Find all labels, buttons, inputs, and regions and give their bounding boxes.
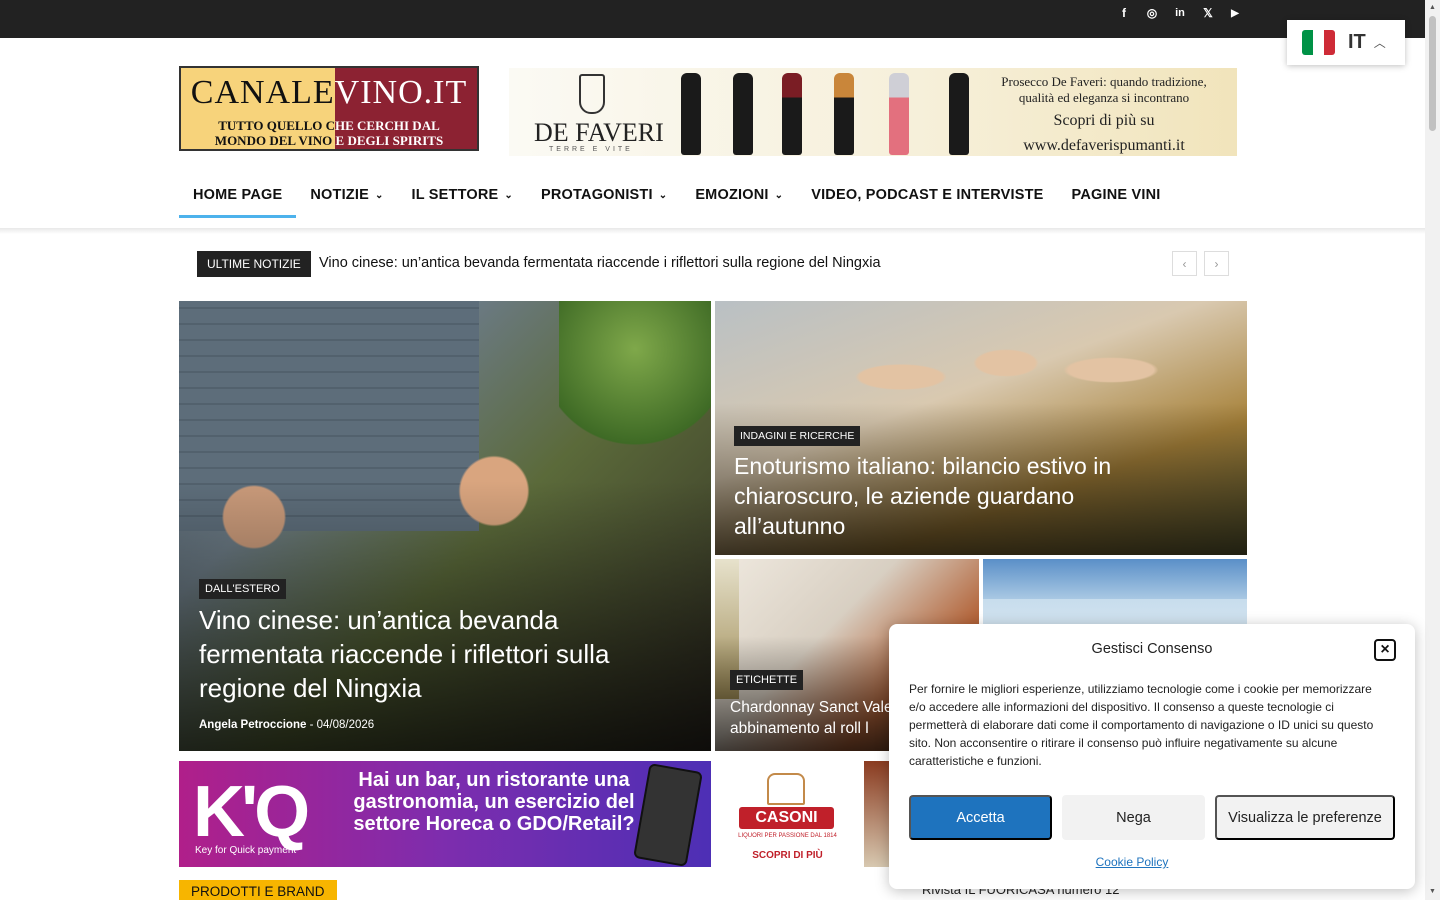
site-logo[interactable]: CANALE VINO.IT TUTTO QUELLO CHE CERCHI DA… (179, 66, 479, 151)
photo-sky (983, 559, 1247, 599)
chevron-down-icon: ⌄ (658, 189, 668, 201)
article-title: Enoturismo italiano: bilancio estivo in … (734, 453, 1112, 539)
consent-text: Per fornire le migliori esperienze, util… (909, 682, 1374, 768)
kq-logo: K'Q (193, 772, 310, 852)
category-badge[interactable]: DALL'ESTERO (199, 579, 286, 599)
ticker-label: ULTIME NOTIZIE (197, 251, 311, 277)
nav-label: PROTAGONISTI (541, 187, 653, 203)
nav-label: NOTIZIE (310, 187, 369, 203)
bottle-image (782, 73, 802, 155)
nav-notizie[interactable]: NOTIZIE ⌄ (296, 172, 397, 218)
linkedin-icon[interactable]: in (1169, 4, 1191, 22)
cookie-policy-link[interactable]: Cookie Policy (889, 855, 1375, 869)
italy-flag-icon (1302, 30, 1335, 55)
scroll-thumb[interactable] (1429, 16, 1436, 131)
nav-video-podcast[interactable]: VIDEO, PODCAST E INTERVISTE (797, 172, 1057, 218)
chevron-up-icon: ︿ (1373, 36, 1386, 50)
crest-icon (579, 74, 605, 114)
article-meta: Angela Petroccione - 04/08/2026 (199, 719, 374, 731)
chevron-down-icon: ⌄ (774, 189, 784, 201)
language-switcher[interactable]: IT ︿ (1287, 20, 1405, 65)
banner-brand: DE FAVERI (534, 118, 664, 147)
consent-title: Gestisci Consenso (1091, 641, 1213, 657)
youtube-icon[interactable]: ▶ (1224, 4, 1246, 22)
kq-subtitle: Key for Quick payment (195, 845, 297, 856)
ticker-next-button[interactable]: › (1204, 251, 1229, 276)
nav-divider (0, 228, 1425, 234)
casoni-cta: SCOPRI DI PIÙ (752, 850, 823, 861)
crest-icon (767, 773, 805, 805)
casoni-banner-ad[interactable]: CASONI LIQUORI PER PASSIONE DAL 1814 SCO… (715, 761, 860, 867)
chevron-down-icon: ⌄ (374, 189, 384, 201)
facebook-icon[interactable]: f (1113, 4, 1135, 22)
nav-protagonisti[interactable]: PROTAGONISTI ⌄ (527, 172, 681, 218)
header-banner-ad[interactable]: DE FAVERI TERRE E VITE Prosecco De Faver… (509, 68, 1237, 156)
logo-tagline-1a: TUTTO QUELLO C (218, 118, 336, 133)
kq-banner-ad[interactable]: K'Q Key for Quick payment Hai un bar, un… (179, 761, 711, 867)
nav-pagine-vini[interactable]: PAGINE VINI (1058, 172, 1175, 218)
article-author: Angela Petroccione (199, 719, 307, 731)
nav-emozioni[interactable]: EMOZIONI ⌄ (681, 172, 797, 218)
scrollbar[interactable]: ▲ ▼ (1425, 0, 1440, 900)
deny-button[interactable]: Nega (1062, 795, 1205, 840)
banner-tag: TERRE E VITE (549, 146, 633, 153)
instagram-icon[interactable]: ◎ (1141, 4, 1163, 22)
scroll-up-icon[interactable]: ▲ (1428, 3, 1437, 12)
pos-terminal-icon (633, 763, 703, 867)
category-badge[interactable]: INDAGINI E RICERCHE (734, 426, 861, 446)
featured-top-right-article[interactable]: INDAGINI E RICERCHE Enoturismo italiano:… (715, 301, 1247, 555)
preferences-button[interactable]: Visualizza le preferenze (1215, 795, 1395, 840)
nav-label: PAGINE VINI (1071, 187, 1161, 203)
casoni-name: CASONI (739, 807, 834, 829)
photo-plant (559, 301, 711, 461)
logo-name-right: VINO.IT (334, 74, 468, 111)
banner-line-1: Prosecco De Faveri: quando tradizione, (1001, 74, 1207, 89)
bottle-image (681, 73, 701, 155)
top-bar: f ◎ in 𝕏 ▶ (0, 0, 1425, 38)
featured-main-article[interactable]: DALL'ESTERO Vino cinese: un’antica bevan… (179, 301, 711, 751)
logo-tagline-2a: MONDO DEL VINO (214, 133, 333, 148)
logo-name-left: CANALE (190, 74, 335, 111)
nav-home[interactable]: HOME PAGE (179, 172, 297, 218)
ticker-headline[interactable]: Vino cinese: un’antica bevanda fermentat… (319, 255, 881, 271)
nav-il-settore[interactable]: IL SETTORE ⌄ (398, 172, 527, 218)
scroll-down-icon[interactable]: ▼ (1428, 887, 1437, 896)
chevron-down-icon: ⌄ (504, 189, 514, 201)
nav-label: HOME PAGE (193, 187, 283, 203)
nav-label: IL SETTORE (411, 187, 499, 203)
x-icon[interactable]: 𝕏 (1197, 4, 1219, 22)
section-heading: PRODOTTI E BRAND (179, 880, 337, 900)
bottle-image (733, 73, 753, 155)
ticker-prev-button[interactable]: ‹ (1172, 251, 1197, 276)
logo-tagline-2b: E DEGLI SPIRITS (332, 133, 444, 148)
casoni-subtitle: LIQUORI PER PASSIONE DAL 1814 (738, 833, 837, 839)
nav-label: VIDEO, PODCAST E INTERVISTE (811, 187, 1044, 203)
category-badge[interactable]: ETICHETTE (730, 670, 804, 690)
logo-tagline-1b: HE CERCHI DAL (335, 118, 440, 133)
banner-line-2: qualità ed eleganza si incontrano (1018, 90, 1190, 105)
meta-separator: - (309, 719, 314, 731)
kq-text: Hai un bar, un ristorante una gastronomi… (353, 769, 635, 835)
bottle-image (949, 73, 969, 155)
article-title: Vino cinese: un’antica bevanda fermentat… (199, 605, 610, 703)
close-icon[interactable]: × (1374, 639, 1396, 661)
banner-line-4: www.defaverispumanti.it (1023, 137, 1185, 154)
bottle-image (889, 73, 909, 155)
main-nav: HOME PAGE NOTIZIE ⌄ IL SETTORE ⌄ PROTAGONI… (179, 172, 1175, 218)
article-date: 04/08/2026 (316, 719, 375, 731)
accept-button[interactable]: Accetta (909, 795, 1052, 840)
cookie-consent-dialog: Gestisci Consenso × Per fornire le migli… (889, 624, 1415, 889)
bottle-image (834, 73, 854, 155)
banner-line-3: Scopri di più su (1053, 112, 1155, 129)
nav-label: EMOZIONI (695, 187, 769, 203)
language-code: IT (1348, 31, 1366, 53)
